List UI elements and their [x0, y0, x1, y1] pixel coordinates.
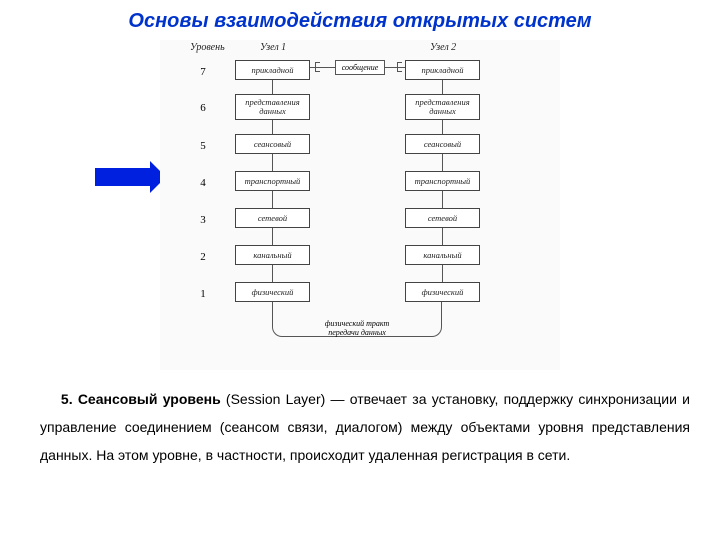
level-num: 5: [193, 140, 213, 152]
msg-bracket-left: [315, 62, 320, 72]
paragraph-lead: 5. Сеансовый уровень: [61, 391, 221, 407]
msg-line-left: [310, 67, 335, 68]
layer-box: транспортный: [235, 171, 310, 191]
layer-box: сетевой: [405, 208, 480, 228]
msg-line-right: [385, 67, 405, 68]
header-level: Уровень: [190, 42, 225, 53]
layer-box: транспортный: [405, 171, 480, 191]
level-num: 3: [193, 214, 213, 226]
layer-box: канальный: [235, 245, 310, 265]
level-num: 2: [193, 251, 213, 263]
layer-box: представления данных: [405, 94, 480, 120]
pointer-arrow-left: [95, 168, 150, 186]
physical-path-label: физический трактпередачи данных: [312, 320, 402, 338]
message-label-box: сообщение: [335, 60, 385, 75]
layer-box: сетевой: [235, 208, 310, 228]
layer-box: представления данных: [235, 94, 310, 120]
level-num: 7: [193, 66, 213, 78]
body-paragraph: 5. Сеансовый уровень (Session Layer) — о…: [40, 385, 690, 469]
layer-box-session: сеансовый: [235, 134, 310, 154]
osi-diagram: Уровень Узел 1 Узел 2 сообщение 7 6 5 4 …: [160, 40, 560, 370]
level-num: 4: [193, 177, 213, 189]
layer-box: физический: [405, 282, 480, 302]
layer-box: прикладной: [405, 60, 480, 80]
layer-box: физический: [235, 282, 310, 302]
layer-box: прикладной: [235, 60, 310, 80]
header-node1: Узел 1: [260, 42, 286, 53]
page-title: Основы взаимодействия открытых систем: [0, 10, 720, 33]
level-num: 1: [193, 288, 213, 300]
header-node2: Узел 2: [430, 42, 456, 53]
msg-bracket-right: [397, 62, 402, 72]
level-num: 6: [193, 102, 213, 114]
layer-box: канальный: [405, 245, 480, 265]
layer-box-session: сеансовый: [405, 134, 480, 154]
